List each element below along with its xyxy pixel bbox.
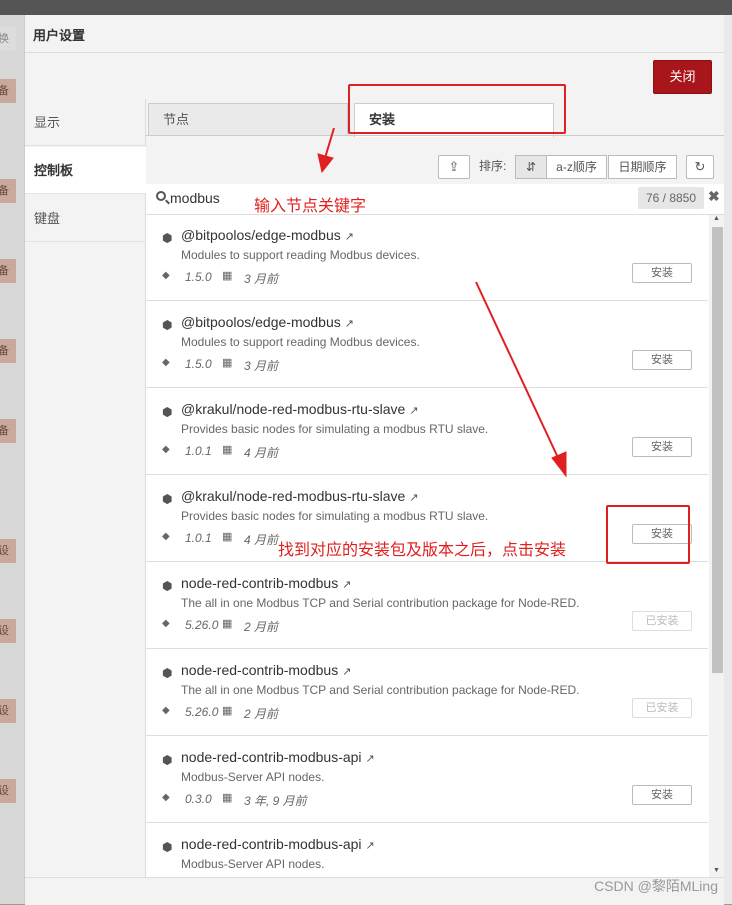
arrow-head-icon: [317, 153, 334, 174]
arrow-to-install-button: [475, 281, 561, 463]
arrow-to-install-tab: [324, 127, 335, 159]
watermark: CSDN @黎陌MLing: [594, 878, 718, 894]
annotation-arrows: [317, 127, 567, 478]
arrow-head-icon: [551, 451, 567, 478]
